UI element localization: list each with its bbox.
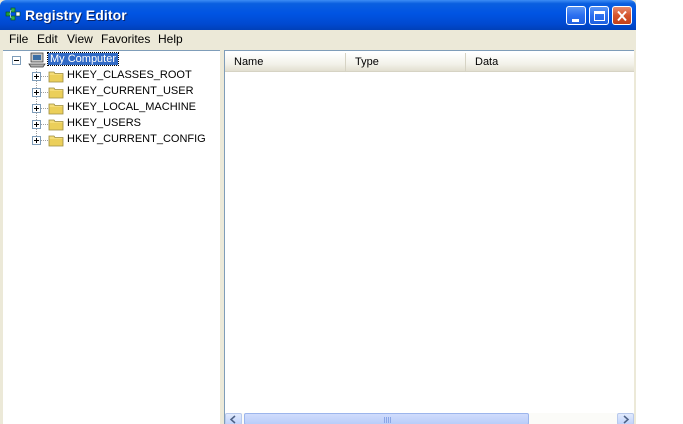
grip-line: [384, 417, 385, 423]
tree-item-hkey-classes-root[interactable]: HKEY_CLASSES_ROOT: [3, 68, 220, 84]
scroll-thumb[interactable]: [244, 413, 529, 424]
tree-item-hkey-local-machine[interactable]: HKEY_LOCAL_MACHINE: [3, 100, 220, 116]
menu-edit[interactable]: Edit: [37, 32, 58, 46]
expand-icon[interactable]: [32, 136, 41, 145]
window-title: Registry Editor: [25, 7, 127, 23]
menu-view[interactable]: View: [67, 32, 93, 46]
minimize-button[interactable]: [566, 6, 586, 25]
expand-icon[interactable]: [32, 120, 41, 129]
title-bar[interactable]: Registry Editor: [0, 0, 636, 30]
arrow-right-icon: [623, 415, 630, 424]
maximize-button[interactable]: [589, 6, 609, 25]
registry-editor-icon: [5, 7, 21, 21]
expand-icon[interactable]: [32, 72, 41, 81]
menu-favorites[interactable]: Favorites: [101, 32, 150, 46]
tree-item-hkey-users[interactable]: HKEY_USERS: [3, 116, 220, 132]
tree-item-label[interactable]: HKEY_CLASSES_ROOT: [67, 69, 192, 81]
collapse-icon[interactable]: [12, 56, 21, 65]
close-icon: [617, 10, 627, 22]
tree-item-hkey-current-config[interactable]: HKEY_CURRENT_CONFIG: [3, 132, 220, 148]
column-header-name[interactable]: Name: [225, 53, 346, 71]
column-header-type[interactable]: Type: [346, 53, 466, 71]
maximize-icon: [594, 11, 605, 21]
scroll-right-button[interactable]: [617, 413, 634, 424]
folder-icon: [48, 119, 64, 131]
menu-bar: File Edit View Favorites Help: [0, 30, 636, 49]
tree-root-my-computer[interactable]: My Computer: [3, 52, 220, 68]
folder-icon: [48, 71, 64, 83]
folder-icon: [48, 103, 64, 115]
list-header: Name Type Data: [225, 53, 634, 72]
tree-item-hkey-current-user[interactable]: HKEY_CURRENT_USER: [3, 84, 220, 100]
tree-item-label[interactable]: HKEY_CURRENT_USER: [67, 85, 194, 97]
computer-icon: [28, 52, 46, 68]
grip-line: [388, 417, 389, 423]
tree-item-label[interactable]: HKEY_LOCAL_MACHINE: [67, 101, 196, 113]
column-header-data[interactable]: Data: [466, 53, 634, 71]
scroll-left-button[interactable]: [225, 413, 242, 424]
key-tree[interactable]: My Computer HKEY_CLASSES_ROOT HKEY_CURRE…: [3, 50, 221, 424]
value-list[interactable]: Name Type Data: [224, 50, 634, 424]
arrow-left-icon: [229, 415, 236, 424]
folder-icon: [48, 87, 64, 99]
registry-editor-window: Registry Editor File Edit View Favorites…: [0, 0, 636, 424]
menu-file[interactable]: File: [9, 32, 28, 46]
menu-help[interactable]: Help: [158, 32, 183, 46]
close-button[interactable]: [612, 6, 632, 25]
expand-icon[interactable]: [32, 88, 41, 97]
minimize-icon: [572, 19, 579, 22]
horizontal-scrollbar[interactable]: [225, 413, 634, 424]
folder-icon: [48, 135, 64, 147]
tree-item-label[interactable]: HKEY_CURRENT_CONFIG: [67, 133, 206, 145]
grip-line: [390, 417, 391, 423]
tree-item-label[interactable]: HKEY_USERS: [67, 117, 141, 129]
grip-line: [386, 417, 387, 423]
tree-root-label[interactable]: My Computer: [46, 52, 120, 66]
expand-icon[interactable]: [32, 104, 41, 113]
